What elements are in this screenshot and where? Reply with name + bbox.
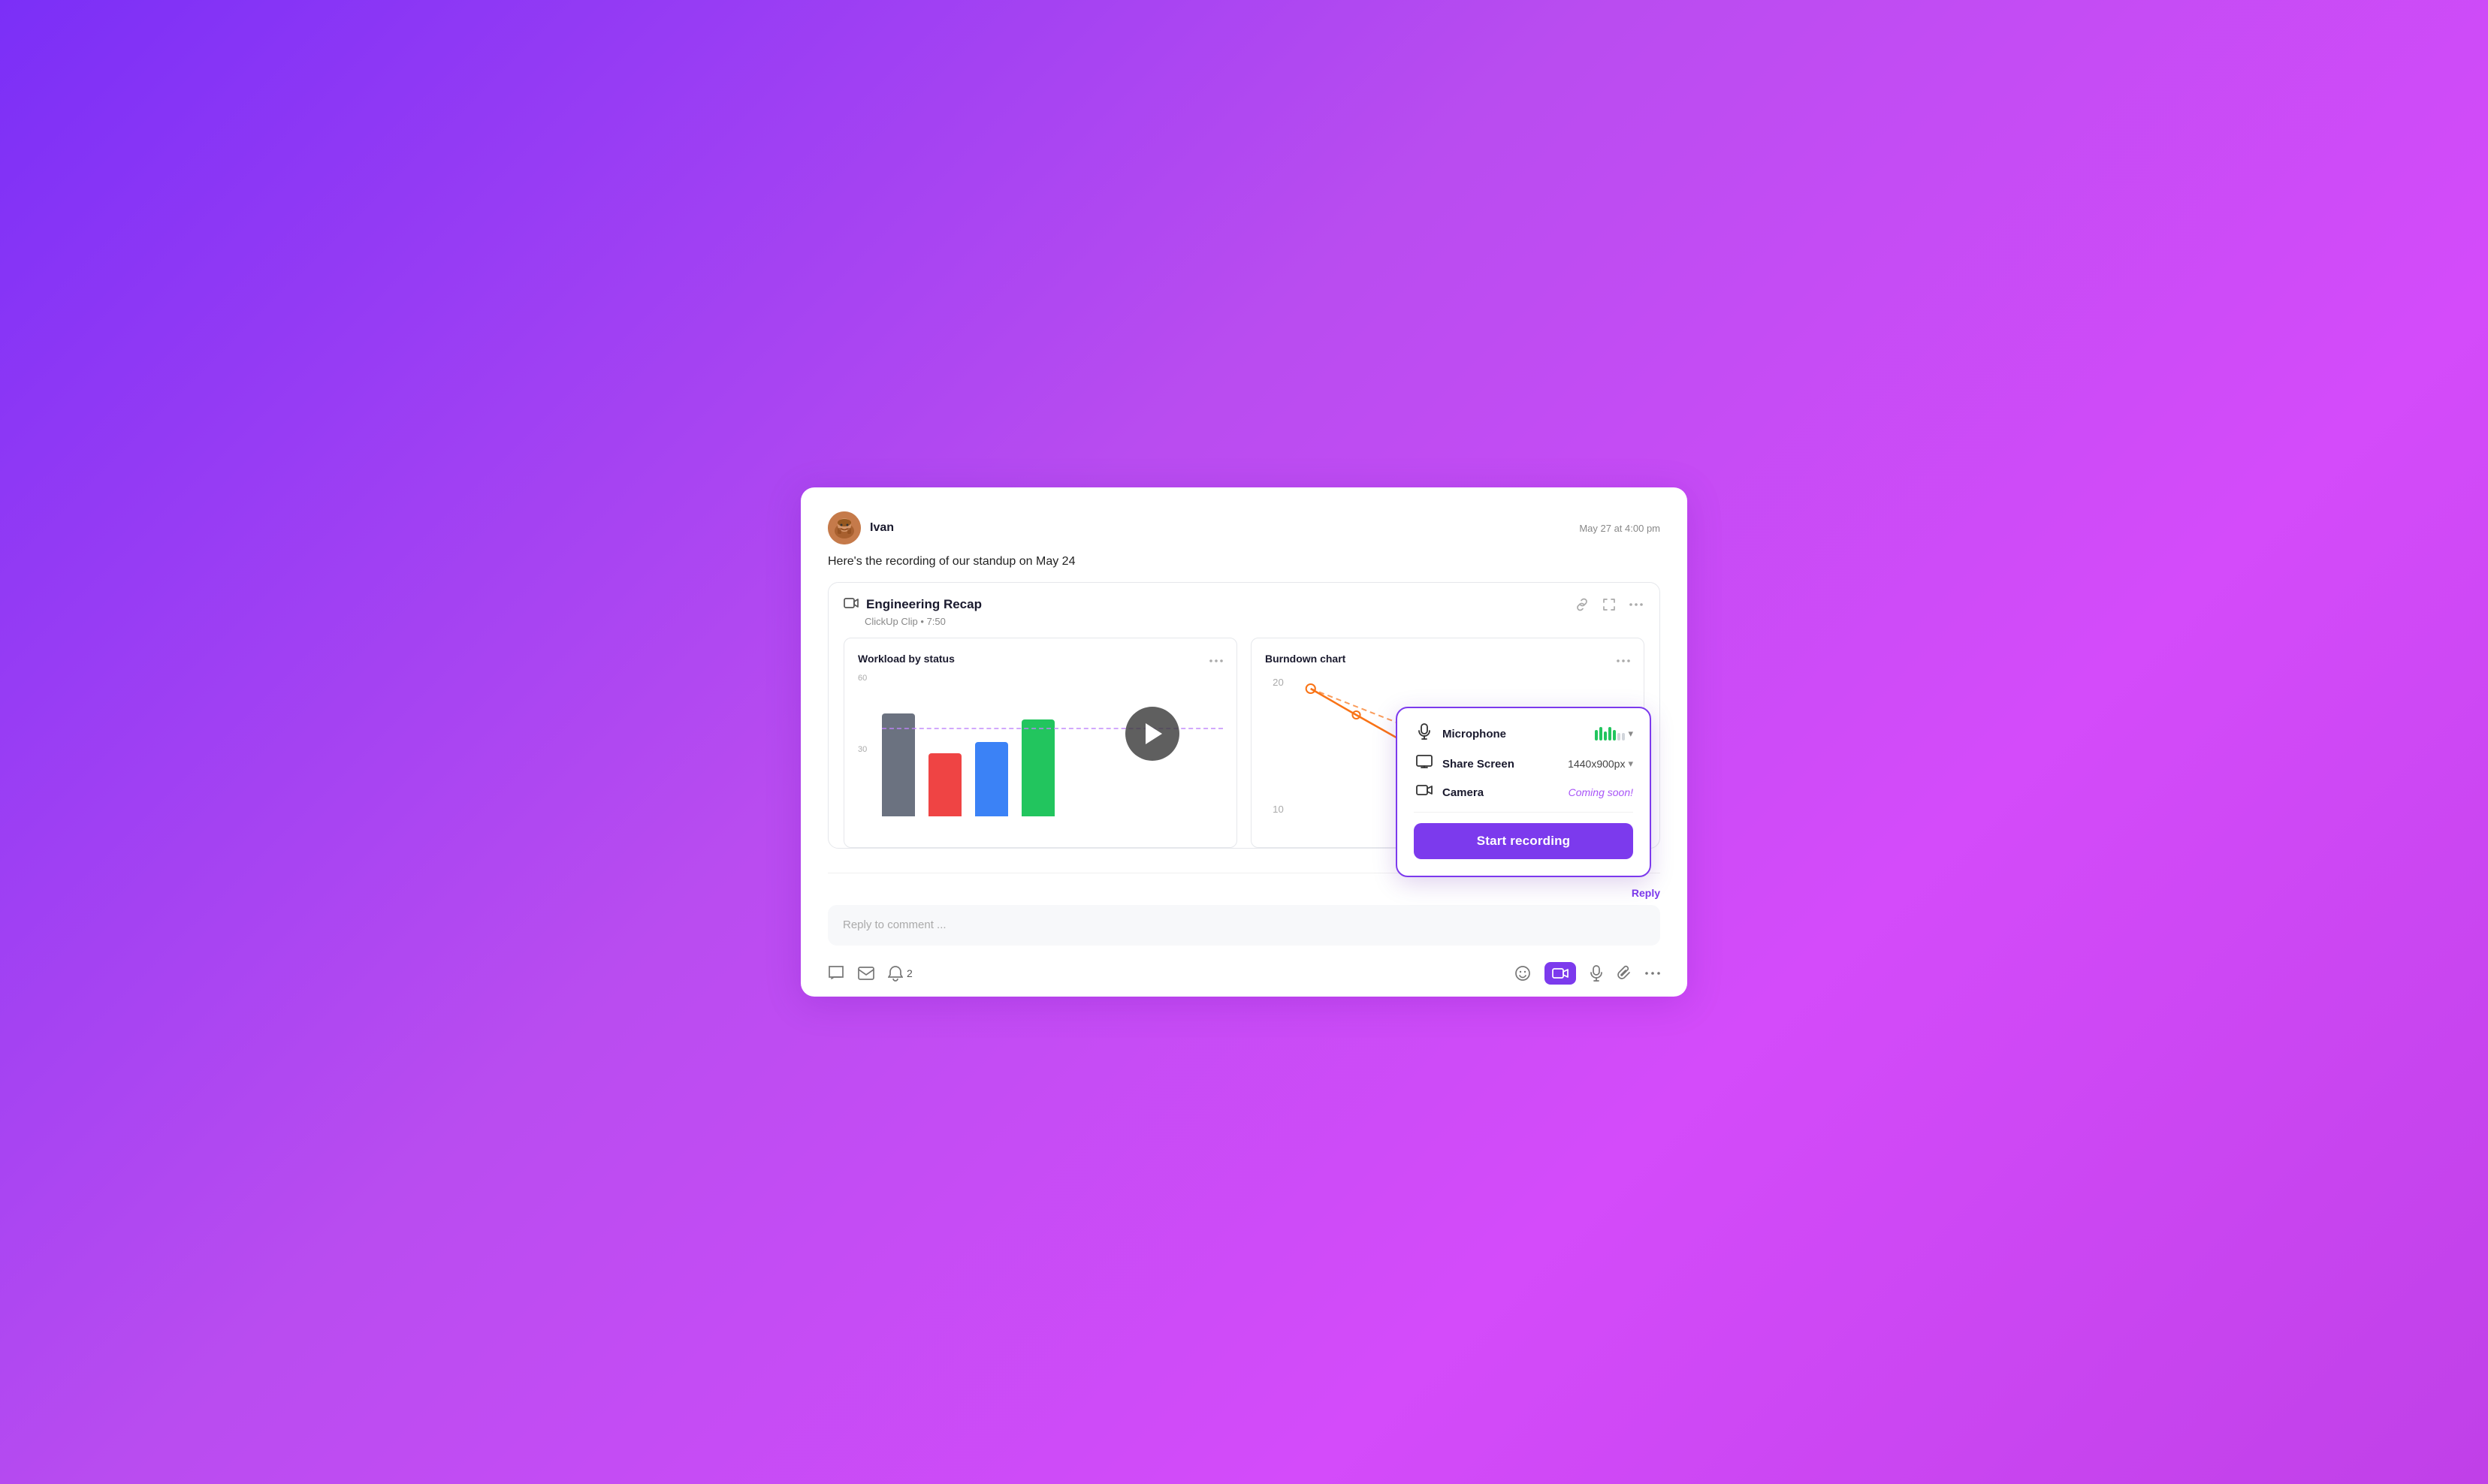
microphone-chevron[interactable]: ▾: [1628, 728, 1633, 740]
workload-chart-menu-button[interactable]: [1209, 650, 1223, 666]
microphone-label: Microphone: [1442, 728, 1587, 740]
play-button[interactable]: [1125, 707, 1179, 761]
mic-toolbar-button[interactable]: [1590, 965, 1603, 982]
emoji-button[interactable]: [1514, 965, 1531, 982]
clip-header: Engineering Recap: [844, 596, 1644, 613]
chat-button[interactable]: [828, 965, 844, 982]
reply-toolbar-left: 2: [828, 965, 913, 982]
avatar: [828, 511, 861, 544]
workload-chart-title: Workload by status: [858, 653, 955, 665]
author-name: Ivan: [870, 521, 894, 535]
post-message: Here's the recording of our standup on M…: [828, 555, 1660, 569]
burndown-chart-menu-button[interactable]: [1617, 650, 1630, 666]
clip-title: Engineering Recap: [866, 597, 982, 612]
bar-gray: [882, 713, 915, 816]
camera-row: Camera Coming soon!: [1414, 783, 1633, 801]
notification-count: 2: [907, 967, 913, 979]
reply-toolbar-right: [1514, 962, 1660, 985]
workload-chart-header: Workload by status: [858, 650, 1223, 666]
reply-input-area[interactable]: Reply to comment ...: [828, 905, 1660, 946]
main-card: Ivan May 27 at 4:00 pm Here's the record…: [801, 487, 1687, 997]
microphone-row: Microphone ▾: [1414, 723, 1633, 744]
camera-label: Camera: [1442, 786, 1561, 799]
clip-link-button[interactable]: [1574, 596, 1590, 613]
svg-text:20: 20: [1273, 677, 1284, 688]
share-screen-row: Share Screen 1440x900px ▾: [1414, 755, 1633, 773]
bar-y-axis: 60 30: [858, 674, 867, 824]
play-triangle-icon: [1146, 723, 1162, 744]
clip-actions: [1574, 596, 1644, 613]
burndown-chart: Burndown chart 20 10: [1251, 638, 1644, 848]
popup-divider: [1414, 812, 1633, 813]
reply-section: Reply Reply to comment ... 2: [828, 873, 1660, 997]
burndown-chart-header: Burndown chart: [1265, 650, 1630, 666]
post-author: Ivan: [828, 511, 894, 544]
post-header: Ivan May 27 at 4:00 pm: [828, 511, 1660, 544]
clip-video-icon: [844, 597, 859, 613]
reply-placeholder: Reply to comment ...: [843, 918, 947, 931]
share-screen-label: Share Screen: [1442, 758, 1560, 771]
share-screen-value: 1440x900px ▾: [1568, 758, 1633, 770]
mic-bars: [1595, 727, 1625, 740]
notification-button[interactable]: 2: [888, 965, 913, 982]
microphone-icon: [1414, 723, 1435, 744]
bar-green: [1022, 719, 1055, 816]
microphone-value: ▾: [1595, 727, 1633, 740]
camera-toolbar-button[interactable]: [1544, 962, 1576, 985]
camera-icon: [1414, 783, 1435, 801]
clip-meta: ClickUp Clip • 7:50: [865, 616, 1644, 627]
screen-resolution: 1440x900px: [1568, 758, 1625, 770]
reply-button[interactable]: Reply: [1632, 887, 1660, 899]
start-recording-button[interactable]: Start recording: [1414, 823, 1633, 859]
mail-button[interactable]: [858, 967, 874, 980]
clip-expand-button[interactable]: [1601, 596, 1617, 613]
clip-title-row: Engineering Recap: [844, 597, 982, 613]
clip-card: Engineering Recap ClickUp Clip • 7:50: [828, 582, 1660, 849]
attach-button[interactable]: [1617, 965, 1632, 982]
more-toolbar-button[interactable]: [1645, 972, 1660, 975]
bar-red: [928, 753, 962, 816]
screen-chevron[interactable]: ▾: [1628, 758, 1633, 770]
post-timestamp: May 27 at 4:00 pm: [1579, 523, 1660, 534]
recording-popup: Microphone ▾: [1396, 707, 1651, 877]
clip-menu-button[interactable]: [1628, 602, 1644, 608]
svg-text:10: 10: [1273, 804, 1284, 815]
burndown-chart-title: Burndown chart: [1265, 653, 1345, 665]
bar-blue: [975, 742, 1008, 816]
reply-toolbar: 2: [828, 956, 1660, 997]
camera-coming-soon: Coming soon!: [1569, 786, 1633, 798]
charts-row: Workload by status 60 30: [844, 638, 1644, 848]
workload-chart: Workload by status 60 30: [844, 638, 1237, 848]
share-screen-icon: [1414, 755, 1435, 773]
